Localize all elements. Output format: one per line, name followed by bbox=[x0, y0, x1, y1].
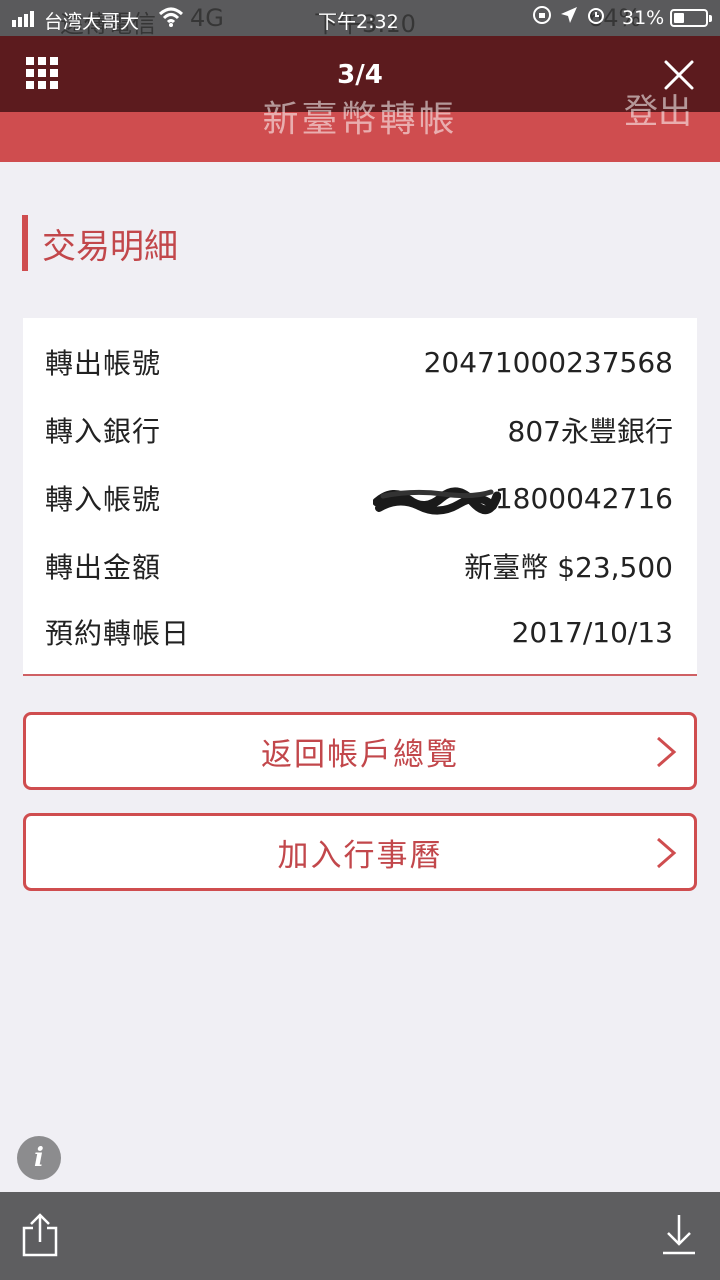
detail-label: 轉入帳號 bbox=[45, 483, 162, 516]
button-label: 加入行事曆 bbox=[277, 837, 443, 874]
back-to-overview-button[interactable]: 返回帳戶總覽 bbox=[23, 712, 697, 790]
download-icon[interactable] bbox=[660, 1212, 698, 1256]
detail-label: 轉出金額 bbox=[45, 551, 162, 584]
logout-button[interactable]: 登出 bbox=[624, 84, 692, 133]
detail-value: 807永豐銀行 bbox=[507, 415, 673, 448]
detail-row-amount: 轉出金額 新臺幣 $23,500 bbox=[45, 546, 673, 586]
transaction-details-card: 轉出帳號 20471000237568 轉入銀行 807永豐銀行 轉入帳號 18… bbox=[23, 318, 697, 676]
ghost-network: 4G bbox=[190, 4, 224, 32]
alarm-icon bbox=[588, 8, 604, 24]
wifi-icon bbox=[158, 7, 184, 27]
redaction-scribble bbox=[372, 487, 501, 514]
image-counter: 3/4 bbox=[337, 60, 383, 90]
detail-row-scheduled-date: 預約轉帳日 2017/10/13 bbox=[45, 612, 673, 652]
chevron-right-icon bbox=[657, 837, 677, 869]
detail-row-to-bank: 轉入銀行 807永豐銀行 bbox=[45, 410, 673, 450]
orientation-lock-icon bbox=[533, 6, 551, 24]
signal-icon bbox=[12, 11, 34, 27]
section-accent-bar bbox=[22, 215, 28, 271]
chevron-right-icon bbox=[657, 736, 677, 768]
info-icon[interactable]: i bbox=[17, 1136, 61, 1180]
add-to-calendar-button[interactable]: 加入行事曆 bbox=[23, 813, 697, 891]
clock: 下午2:32 bbox=[318, 11, 399, 33]
app-header: 新臺幣轉帳 登出 bbox=[0, 92, 720, 162]
share-icon[interactable] bbox=[20, 1212, 60, 1258]
carrier-name: 台湾大哥大 bbox=[44, 11, 140, 33]
detail-row-from-account: 轉出帳號 20471000237568 bbox=[45, 342, 673, 382]
detail-row-to-account: 轉入帳號 1800042716 bbox=[45, 478, 673, 518]
status-bar: 遠傳電信 4G 下午3:10 64% 台湾大哥大 下午2:32 31% bbox=[0, 0, 720, 38]
detail-value: 2017/10/13 bbox=[511, 615, 673, 649]
battery-percent: 31% bbox=[622, 7, 665, 29]
redacted-account-number: 1800042716 bbox=[372, 482, 673, 515]
detail-label: 轉出帳號 bbox=[45, 347, 162, 380]
detail-label: 轉入銀行 bbox=[45, 415, 162, 448]
detail-value: 新臺幣 $23,500 bbox=[464, 551, 673, 584]
viewer-bottom-bar bbox=[0, 1192, 720, 1280]
section-title-text: 交易明細 bbox=[42, 226, 178, 267]
detail-label: 預約轉帳日 bbox=[45, 617, 191, 650]
location-icon bbox=[561, 7, 577, 23]
section-title: 交易明細 bbox=[22, 215, 178, 271]
detail-value: 20471000237568 bbox=[423, 345, 673, 379]
page-title: 新臺幣轉帳 bbox=[262, 99, 458, 140]
button-label: 返回帳戶總覽 bbox=[261, 736, 459, 773]
battery-icon bbox=[670, 9, 712, 27]
